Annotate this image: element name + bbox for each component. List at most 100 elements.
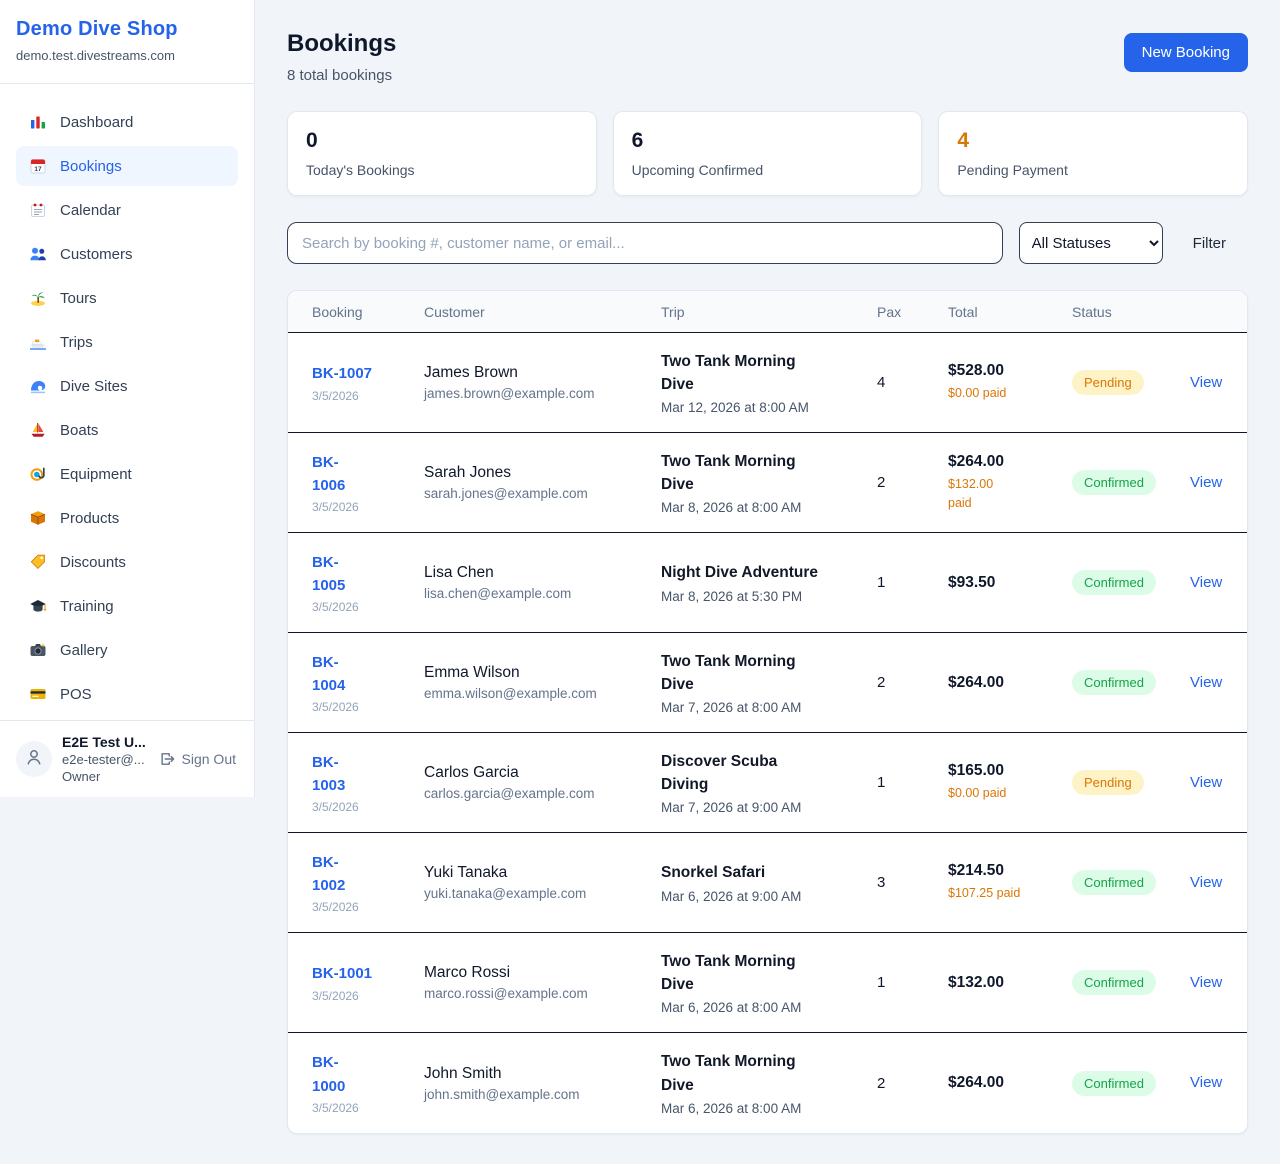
trip-datetime: Mar 7, 2026 at 8:00 AM [661,700,877,715]
booking-number-link[interactable]: BK- 1002 [312,851,424,898]
total-amount: $165.00 [948,762,1072,780]
view-link[interactable]: View [1190,374,1222,391]
table-row: BK- 1003 3/5/2026 Carlos Garcia carlos.g… [288,733,1247,833]
actions-cell: View [1190,474,1223,492]
status-cell: Confirmed [1072,670,1190,695]
stat-card-upcoming-confirmed: 6 Upcoming Confirmed [613,111,923,196]
sidebar-item-dashboard[interactable]: Dashboard [16,102,238,142]
sidebar-item-tours[interactable]: Tours [16,278,238,318]
booking-number-link[interactable]: BK- 1003 [312,751,424,798]
stat-value: 6 [632,129,904,153]
view-link[interactable]: View [1190,974,1222,991]
new-booking-button[interactable]: New Booking [1124,33,1248,72]
booking-number-link[interactable]: BK-1007 [312,362,424,385]
status-badge: Pending [1072,770,1144,795]
bar-chart-icon [29,113,47,131]
package-icon [29,509,47,527]
view-link[interactable]: View [1190,1074,1222,1091]
filter-bar: All Statuses Filter [287,222,1248,264]
customer-name: Marco Rossi [424,964,661,982]
sidebar-item-label: Calendar [60,202,121,219]
pax-count: 2 [877,474,948,491]
actions-cell: View [1190,674,1223,692]
sidebar-item-bookings[interactable]: 17 Bookings [16,146,238,186]
customer-email: lisa.chen@example.com [424,586,661,601]
customer-email: john.smith@example.com [424,1087,661,1102]
sidebar-item-label: Dive Sites [60,378,128,395]
sidebar-item-label: Trips [60,334,93,351]
search-input[interactable] [287,222,1003,264]
booking-date: 3/5/2026 [312,600,424,614]
stat-value: 0 [306,129,578,153]
view-link[interactable]: View [1190,774,1222,791]
pax-count: 1 [877,774,948,791]
customer-cell: Carlos Garcia carlos.garcia@example.com [424,764,661,801]
sidebar-item-pos[interactable]: POS [16,674,238,714]
trip-cell: Discover Scuba Diving Mar 7, 2026 at 9:0… [661,750,877,816]
booking-number-link[interactable]: BK-1001 [312,962,424,985]
user-name: E2E Test U... [62,734,147,750]
status-badge: Confirmed [1072,1071,1156,1096]
total-cell: $264.00 $132.00 paid [948,453,1072,513]
total-cell: $132.00 [948,974,1072,992]
status-badge: Confirmed [1072,670,1156,695]
total-amount: $214.50 [948,862,1072,880]
customer-cell: Yuki Tanaka yuki.tanaka@example.com [424,864,661,901]
total-cell: $214.50 $107.25 paid [948,862,1072,903]
booking-cell: BK-1001 3/5/2026 [312,962,424,1002]
column-header-status: Status [1072,304,1190,320]
sidebar-item-gallery[interactable]: Gallery [16,630,238,670]
trip-name: Two Tank Morning Dive [661,450,877,497]
customer-cell: Sarah Jones sarah.jones@example.com [424,464,661,501]
booking-number-link[interactable]: BK- 1005 [312,551,424,598]
filter-button[interactable]: Filter [1179,235,1248,252]
pax-count: 4 [877,374,948,391]
view-link[interactable]: View [1190,574,1222,591]
trip-cell: Two Tank Morning Dive Mar 6, 2026 at 8:0… [661,1050,877,1116]
sidebar-item-trips[interactable]: Trips [16,322,238,362]
customer-cell: Marco Rossi marco.rossi@example.com [424,964,661,1001]
status-select[interactable]: All Statuses [1019,222,1163,264]
sidebar-item-equipment[interactable]: Equipment [16,454,238,494]
booking-number-link[interactable]: BK- 1000 [312,1051,424,1098]
table-row: BK- 1005 3/5/2026 Lisa Chen lisa.chen@ex… [288,533,1247,633]
view-link[interactable]: View [1190,474,1222,491]
sidebar-item-dive-sites[interactable]: Dive Sites [16,366,238,406]
sidebar-item-label: Bookings [60,158,122,175]
status-badge: Pending [1072,370,1144,395]
view-link[interactable]: View [1190,674,1222,691]
sidebar-item-label: Products [60,510,119,527]
sidebar-item-customers[interactable]: Customers [16,234,238,274]
sidebar-item-training[interactable]: Training [16,586,238,626]
trip-cell: Snorkel Safari Mar 6, 2026 at 9:00 AM [661,861,877,903]
table-header-row: Booking Customer Trip Pax Total Status [288,291,1247,333]
actions-cell: View [1190,374,1223,392]
customer-name: Carlos Garcia [424,764,661,782]
table-row: BK- 1000 3/5/2026 John Smith john.smith@… [288,1033,1247,1133]
actions-cell: View [1190,1074,1223,1092]
person-icon [24,747,44,772]
total-amount: $264.00 [948,674,1072,692]
sidebar-item-calendar[interactable]: Calendar [16,190,238,230]
trip-datetime: Mar 7, 2026 at 9:00 AM [661,800,877,815]
island-icon [29,289,47,307]
sidebar-item-products[interactable]: Products [16,498,238,538]
column-header-trip: Trip [661,304,877,320]
trip-datetime: Mar 8, 2026 at 5:30 PM [661,589,877,604]
user-role: Owner [62,769,147,784]
booking-number-link[interactable]: BK- 1006 [312,451,424,498]
sidebar: Demo Dive Shop demo.test.divestreams.com… [0,0,255,797]
sidebar-item-label: Boats [60,422,98,439]
customer-name: Lisa Chen [424,564,661,582]
booking-date: 3/5/2026 [312,389,424,403]
booking-number-link[interactable]: BK- 1004 [312,651,424,698]
sidebar-item-boats[interactable]: Boats [16,410,238,450]
table-row: BK-1001 3/5/2026 Marco Rossi marco.rossi… [288,933,1247,1033]
status-cell: Confirmed [1072,570,1190,595]
sign-out-button[interactable]: Sign Out [157,751,238,767]
sidebar-item-discounts[interactable]: Discounts [16,542,238,582]
trip-cell: Two Tank Morning Dive Mar 6, 2026 at 8:0… [661,950,877,1016]
view-link[interactable]: View [1190,874,1222,891]
booking-date: 3/5/2026 [312,700,424,714]
stats-cards: 0 Today's Bookings 6 Upcoming Confirmed … [287,111,1248,196]
